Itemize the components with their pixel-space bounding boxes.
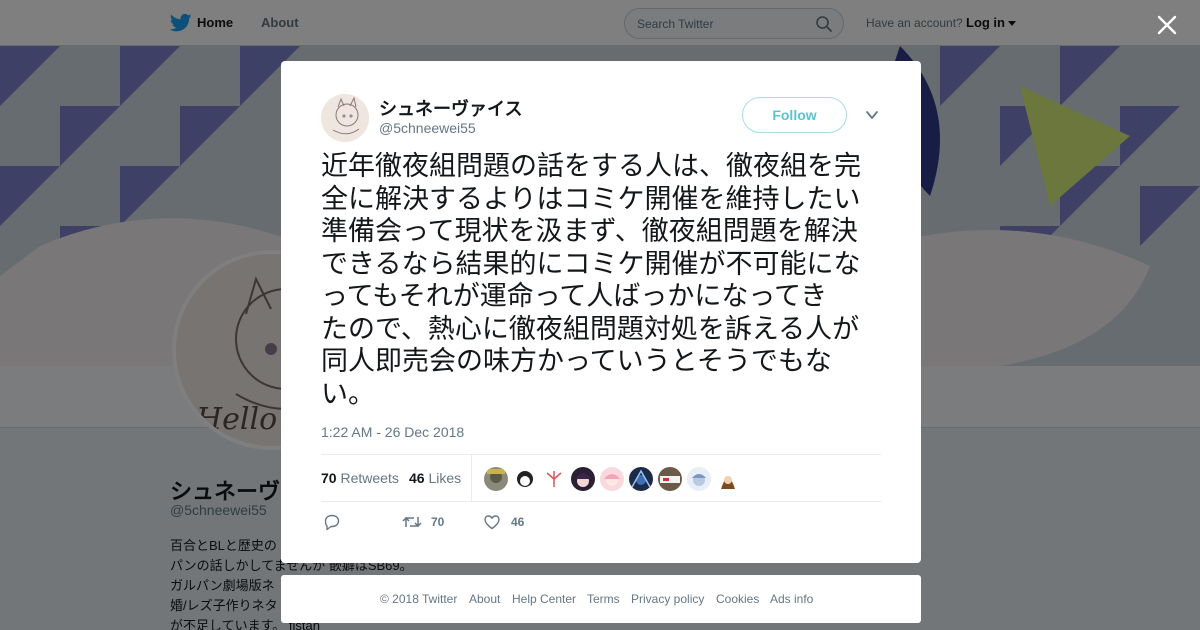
footer-privacy-link[interactable]: Privacy policy <box>631 592 704 606</box>
tweet-text-line: 準備会って現状を汲まず、徹夜組問題を解決 <box>321 216 858 247</box>
likes-stat[interactable]: 46 Likes <box>409 470 461 486</box>
retweet-icon[interactable] <box>402 513 422 531</box>
tweet-text-line: 全に解決するよりはコミケ開催を維持したい <box>321 183 861 215</box>
tweet-actions: 70 46 <box>321 511 881 537</box>
footer-copyright: © 2018 Twitter <box>380 592 458 606</box>
tweet-text-line: ってもそれが運命って人ばっかになってき <box>321 281 828 312</box>
footer-about-link[interactable]: About <box>469 592 500 606</box>
tweet-text-line: たので、熱心に徹夜組問題対処を訴える人が <box>321 313 860 345</box>
footer-ads-link[interactable]: Ads info <box>770 592 813 606</box>
reply-icon[interactable] <box>323 513 341 531</box>
modal-footer: © 2018 Twitter About Help Center Terms P… <box>281 575 921 623</box>
tweet-stats: 70 Retweets 46 Likes <box>321 454 881 502</box>
likes-count: 46 <box>409 470 425 486</box>
follow-button[interactable]: Follow <box>742 97 847 133</box>
tweet-permalink-modal: シュネーヴァイス @5chneewei55 Follow 近年徹夜組問題の話をす… <box>281 61 921 563</box>
tweet-text-line: 近年徹夜組問題の話をする人は、徹夜組を完 <box>321 151 861 182</box>
liker-avatar[interactable] <box>542 467 566 491</box>
liker-avatar[interactable] <box>629 467 653 491</box>
liker-avatar[interactable] <box>658 467 682 491</box>
avatar-sketch <box>321 94 369 142</box>
tweet-text-line: い。 <box>321 378 375 410</box>
tweet-text: 近年徹夜組問題の話をする人は、徹夜組を完 全に解決するよりはコミケ開催を維持した… <box>321 151 887 411</box>
liker-avatar[interactable] <box>513 467 537 491</box>
liker-avatar[interactable] <box>571 467 595 491</box>
footer-help-link[interactable]: Help Center <box>512 592 576 606</box>
liker-avatar[interactable] <box>687 467 711 491</box>
footer-cookies-link[interactable]: Cookies <box>716 592 759 606</box>
tweet-author-name[interactable]: シュネーヴァイス <box>379 95 522 121</box>
like-action-count: 46 <box>511 515 525 529</box>
close-icon[interactable] <box>1156 14 1178 36</box>
tweet-text-line: 同人即売会の味方かっていうとそうでもな <box>321 346 832 377</box>
liker-avatar[interactable] <box>716 467 740 491</box>
chevron-down-icon[interactable] <box>865 108 879 122</box>
liker-avatar[interactable] <box>600 467 624 491</box>
likes-label: Likes <box>428 470 462 486</box>
tweet-author-handle[interactable]: @5chneewei55 <box>379 120 476 136</box>
retweet-action-count: 70 <box>431 515 445 529</box>
retweets-label: Retweets <box>340 470 399 486</box>
retweets-stat[interactable]: 70 Retweets <box>321 470 399 486</box>
footer-terms-link[interactable]: Terms <box>587 592 620 606</box>
tweet-text-line: できるなら結果的にコミケ開催が不可能にな <box>321 248 861 280</box>
retweets-count: 70 <box>321 470 337 486</box>
tweet-author-avatar[interactable] <box>321 94 369 142</box>
liker-avatar[interactable] <box>484 467 508 491</box>
stats-divider <box>471 455 472 502</box>
heart-icon[interactable] <box>483 513 501 531</box>
tweet-timestamp[interactable]: 1:22 AM - 26 Dec 2018 <box>321 424 464 440</box>
